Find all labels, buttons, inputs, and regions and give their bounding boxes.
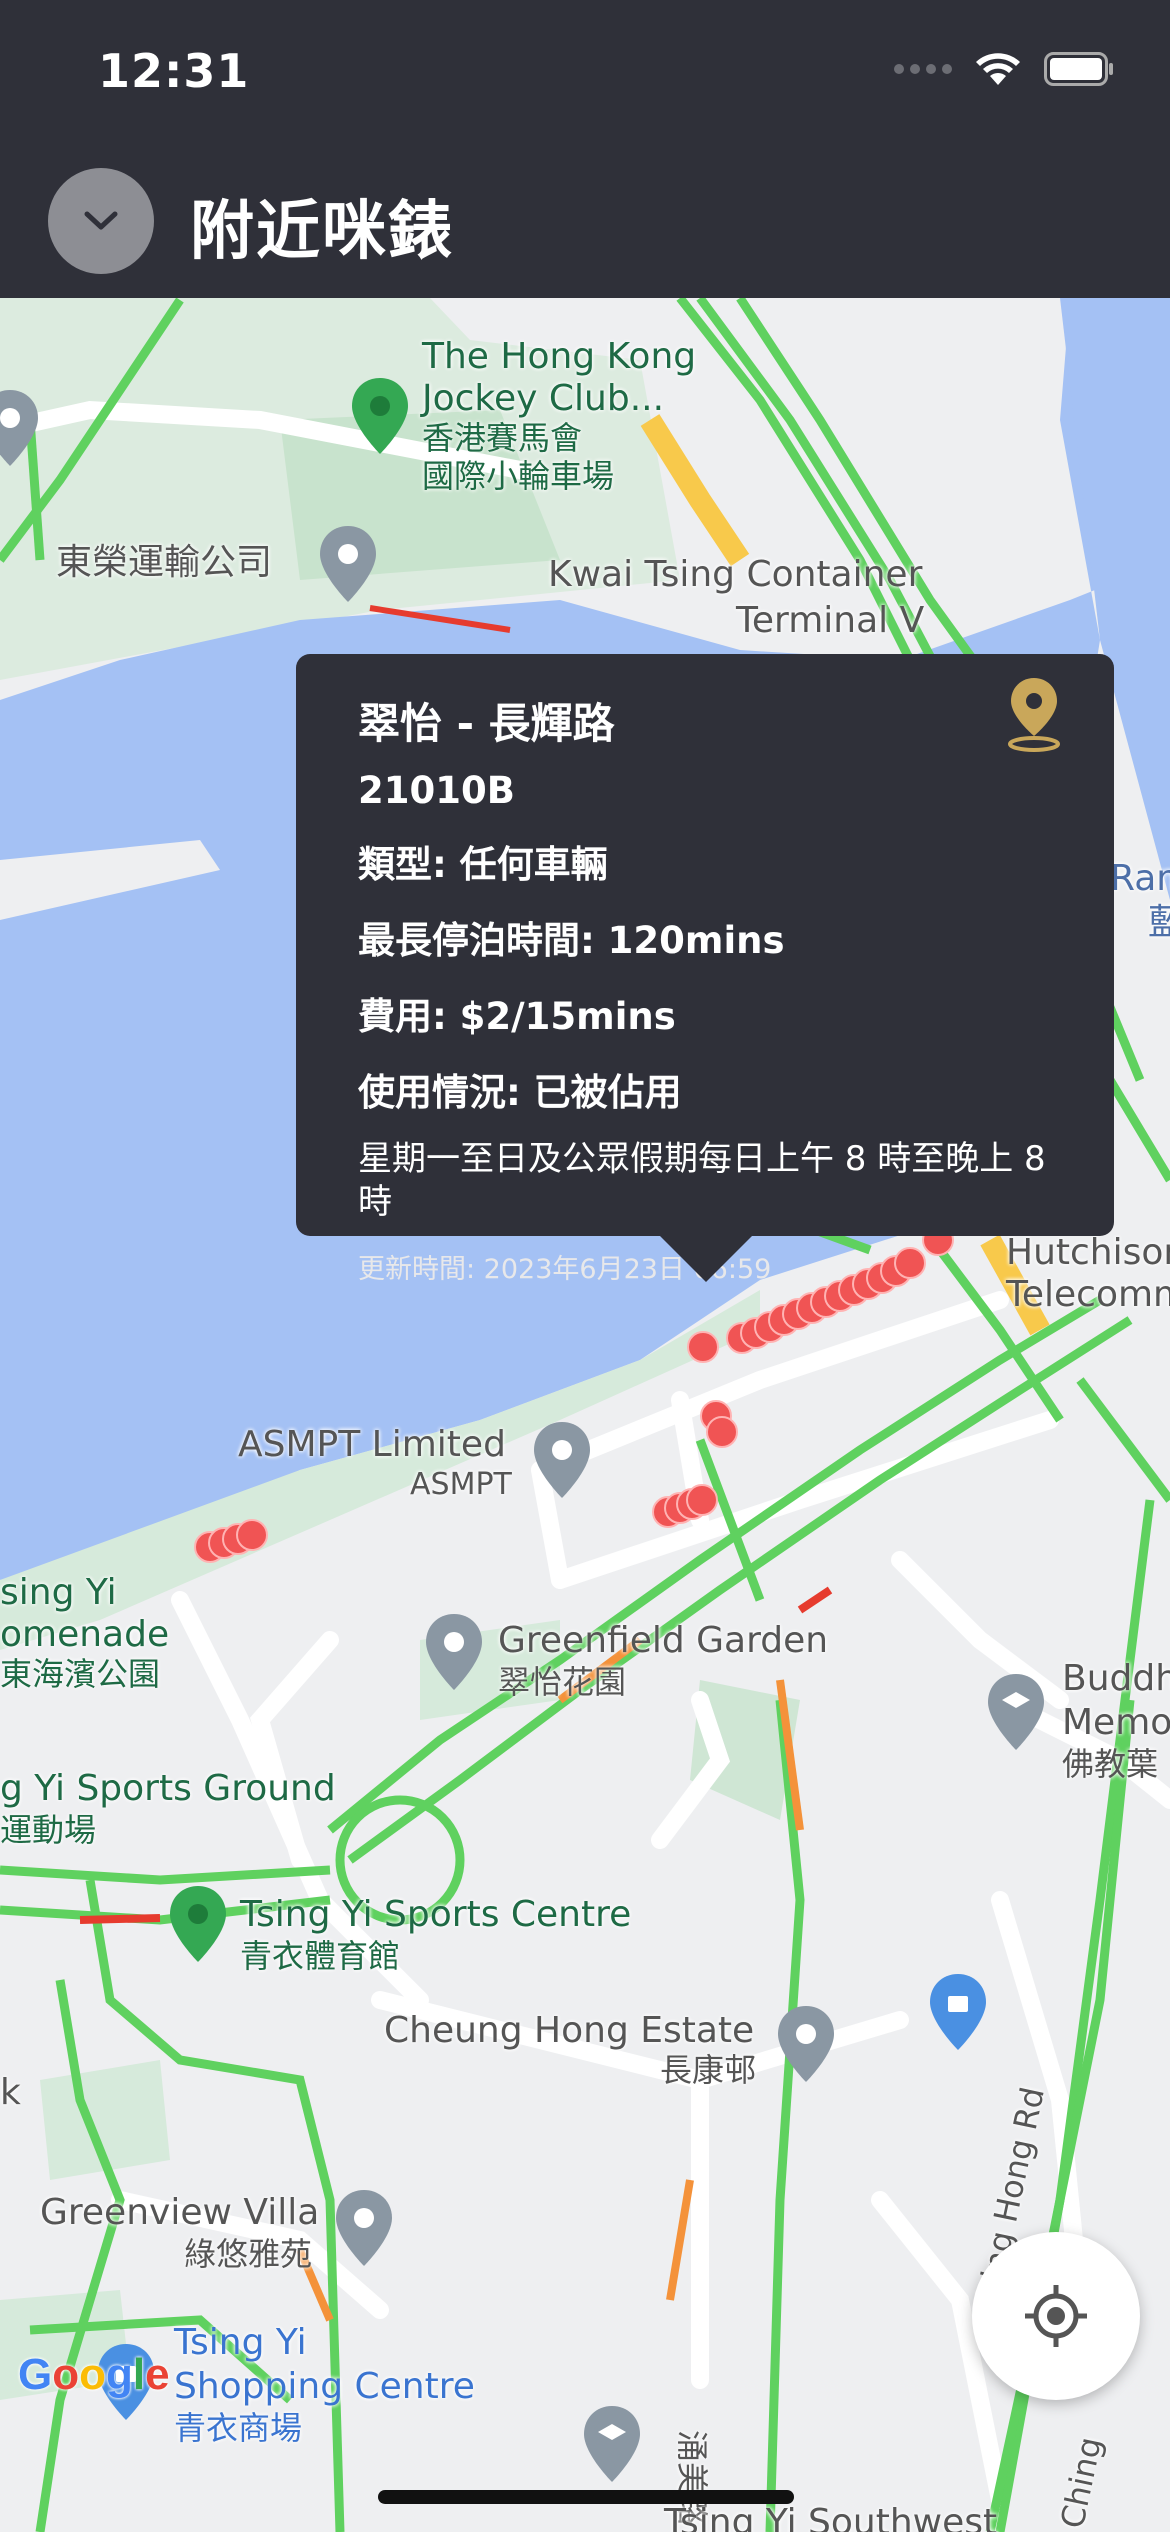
operating-hours: 星期一至日及公眾假期每日上午 8 時至晚上 8 時 xyxy=(358,1139,1046,1222)
max-parking-time: 最長停泊時間: 120mins xyxy=(358,919,785,962)
map-label: 翠怡花園 xyxy=(498,1663,627,1701)
location-pin-icon[interactable] xyxy=(424,1612,484,1692)
map-label: Tsing Yi xyxy=(174,2322,307,2363)
status-icons xyxy=(894,52,1114,86)
map-label: Greenview Villa xyxy=(40,2192,320,2233)
map-label: 香港賽馬會 xyxy=(422,419,583,457)
status-time: 12:31 xyxy=(98,44,250,98)
map-label: 運動場 xyxy=(0,1811,97,1849)
wifi-icon xyxy=(976,52,1020,86)
location-pin-icon[interactable] xyxy=(318,524,378,604)
map-label: ASMPT xyxy=(410,1467,512,1502)
location-pin-icon[interactable] xyxy=(350,376,410,456)
map-label: Kwai Tsing Container xyxy=(548,554,923,595)
cellular-signal-icon xyxy=(894,64,952,74)
battery-icon xyxy=(1044,52,1114,86)
home-indicator[interactable] xyxy=(378,2490,794,2504)
school-pin-icon[interactable] xyxy=(582,2404,642,2484)
location-pin-icon[interactable] xyxy=(776,2004,836,2084)
map-label: Shopping Centre xyxy=(174,2366,475,2407)
map-label: 國際小輪車場 xyxy=(422,457,615,495)
map-label: 佛教葉 xyxy=(1062,1745,1159,1783)
google-logo: Google xyxy=(18,2350,170,2399)
map-label: 青衣商場 xyxy=(174,2409,303,2447)
shopping-pin-icon[interactable] xyxy=(928,1972,988,2052)
school-pin-icon[interactable] xyxy=(986,1672,1046,1752)
map-label: k xyxy=(0,2072,21,2113)
collapse-button[interactable] xyxy=(48,168,154,274)
map-label: 青衣體育館 xyxy=(240,1937,401,1975)
map-view[interactable]: The Hong Kong Jockey Club... 香港賽馬會 國際小輪車… xyxy=(0,298,1170,2532)
app-header: 12:31 附近咪錶 xyxy=(0,0,1170,298)
map-label: Tsing Yi Sports Centre xyxy=(240,1894,632,1935)
popup-title: 翠怡 - 長輝路 xyxy=(358,699,615,748)
map-label: Cheung Hong Estate xyxy=(384,2010,755,2051)
chevron-down-icon xyxy=(84,211,118,230)
map-label: 綠悠雅苑 xyxy=(184,2235,313,2273)
meter-id: 21010B xyxy=(358,769,515,812)
location-pin-icon[interactable] xyxy=(1004,674,1064,754)
map-label: g Yi Sports Ground xyxy=(0,1768,336,1809)
location-pin-icon[interactable] xyxy=(334,2188,394,2268)
meter-info-popup[interactable]: 翠怡 - 長輝路 21010B 類型: 任何車輛 最長停泊時間: 120mins… xyxy=(296,654,1114,1285)
my-location-icon xyxy=(1025,2285,1087,2347)
map-label: 東海濱公園 xyxy=(0,1655,161,1693)
map-label: Greenfield Garden xyxy=(498,1620,829,1661)
parking-fee: 費用: $2/15mins xyxy=(358,995,676,1038)
location-pin-icon[interactable] xyxy=(532,1420,592,1500)
map-label: The Hong Kong xyxy=(422,336,697,377)
vehicle-type: 類型: 任何車輛 xyxy=(358,843,608,886)
my-location-button[interactable] xyxy=(972,2232,1140,2400)
map-label: Terminal V xyxy=(736,600,925,641)
map-label: sing Yi xyxy=(0,1572,117,1613)
occupancy-status: 使用情況: 已被佔用 xyxy=(358,1071,682,1114)
map-label: ASMPT Limited xyxy=(238,1424,506,1465)
map-label: Ram xyxy=(1110,858,1170,899)
map-label: Jockey Club... xyxy=(422,378,665,419)
map-label: Buddh xyxy=(1062,1658,1170,1699)
popup-pointer xyxy=(658,1234,754,1282)
map-label: Memo xyxy=(1062,1702,1170,1743)
location-pin-icon[interactable] xyxy=(0,388,40,468)
map-label: omenade xyxy=(0,1614,170,1655)
location-pin-icon[interactable] xyxy=(168,1884,228,1964)
map-label: 東榮運輸公司 xyxy=(56,542,273,583)
map-label: Tsing Yi Southwest xyxy=(664,2502,998,2532)
map-label: 藍 xyxy=(1148,902,1170,943)
map-label: 長康邨 xyxy=(660,2051,757,2089)
page-title: 附近咪錶 xyxy=(190,195,454,269)
